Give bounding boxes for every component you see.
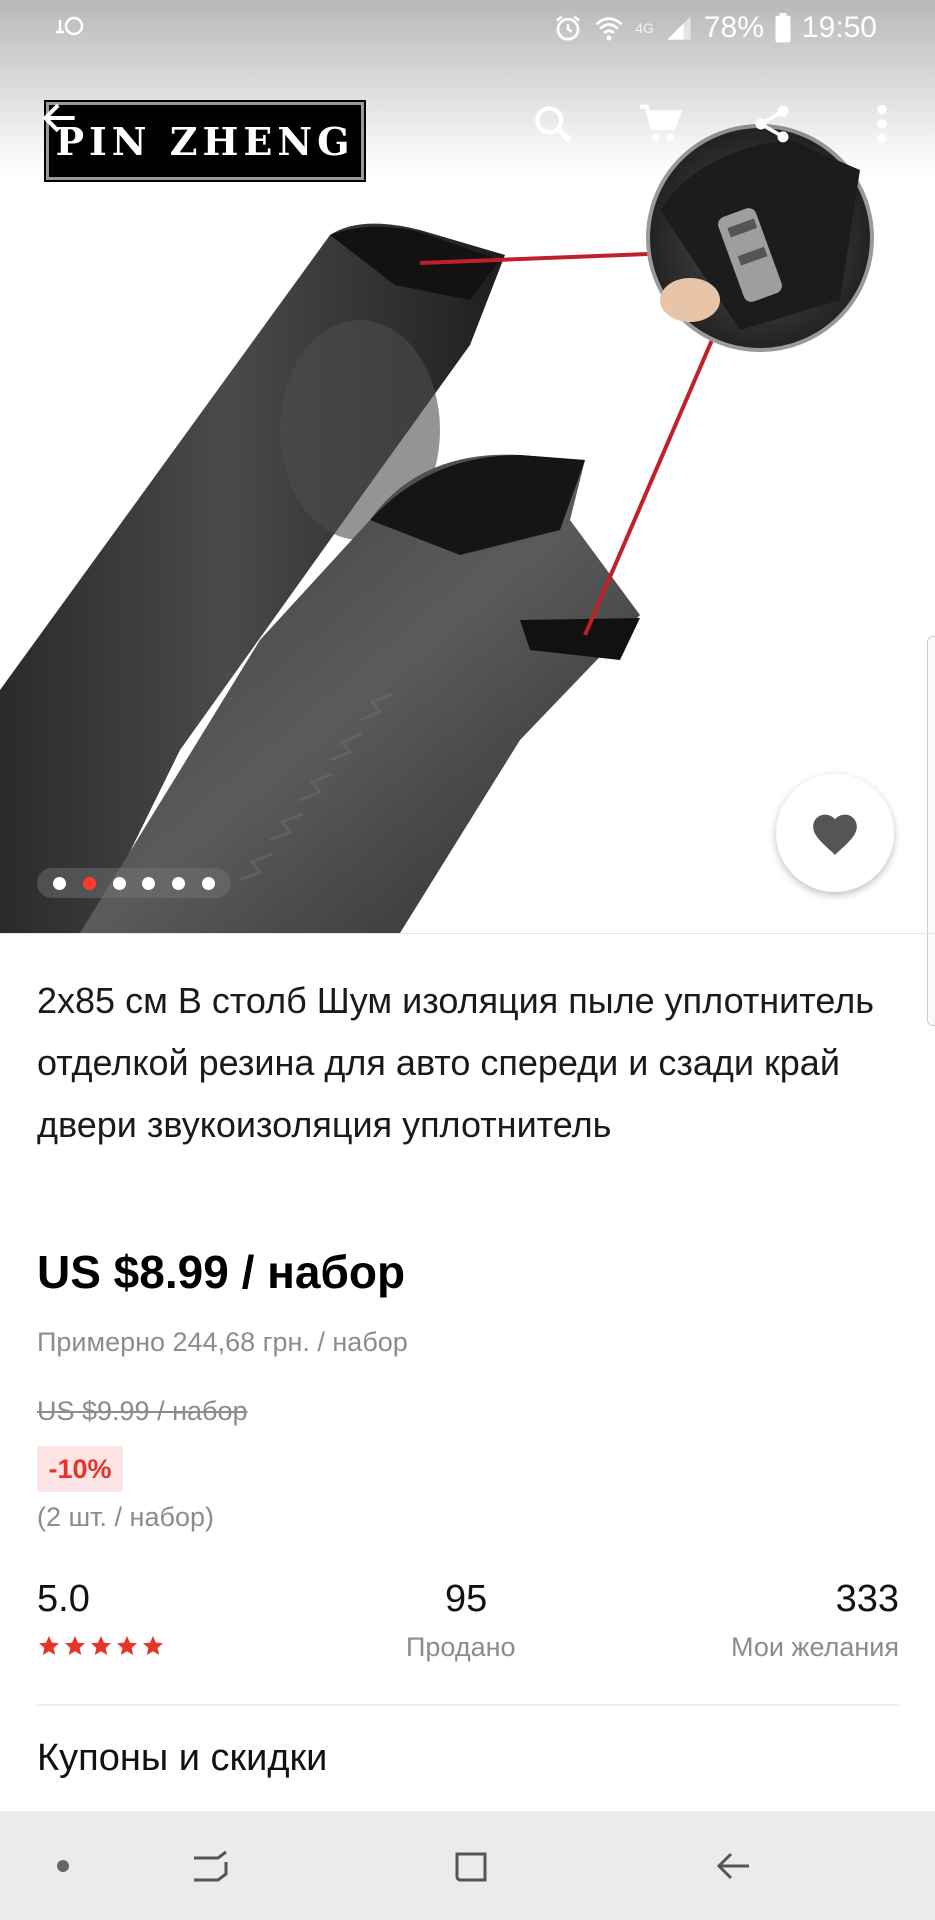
share-icon (755, 105, 789, 143)
gallery-dot (171, 876, 185, 890)
add-to-wishlist-button[interactable] (776, 774, 894, 892)
status-bar: 4G 78% 19:50 (0, 0, 935, 56)
wifi-icon (595, 17, 623, 41)
back-arrow-icon (42, 103, 75, 133)
dot-icon (57, 1860, 69, 1872)
rating-stars[interactable] (37, 1634, 165, 1658)
more-options-button[interactable] (854, 96, 910, 152)
home-icon (455, 1852, 487, 1882)
divider (37, 1704, 899, 1706)
star-icon (65, 1636, 85, 1655)
pack-info: (2 шт. / набор) (37, 1502, 214, 1532)
back-nav-icon (716, 1852, 749, 1880)
back-nav-button[interactable] (710, 1843, 756, 1889)
recent-apps-button[interactable] (187, 1843, 233, 1889)
star-icon (117, 1636, 137, 1655)
recent-apps-icon (194, 1850, 228, 1882)
store-logo-text: PIN ZHENG (55, 118, 355, 164)
product-price: US $8.99 / набор (37, 1246, 406, 1298)
clock: 19:50 (801, 11, 877, 44)
gallery-dot (142, 876, 156, 890)
rating-value: 5.0 (37, 1578, 90, 1620)
discount-badge: -10% (37, 1446, 123, 1492)
star-icon (143, 1636, 163, 1655)
share-button[interactable] (744, 96, 800, 152)
star-icon (39, 1636, 59, 1655)
product-stats: 5.0 95 Продано 333 Мои желания (37, 1578, 899, 1668)
alarm-icon (556, 15, 581, 41)
top-toolbar: PIN ZHENG (0, 56, 935, 182)
gallery-dot-active (82, 876, 96, 890)
cart-button[interactable] (633, 96, 689, 152)
search-button[interactable] (525, 96, 581, 152)
sold-label: Продано (406, 1632, 516, 1662)
gallery-dot (201, 876, 215, 890)
divider (0, 933, 935, 934)
old-price: US $9.99 / набор (37, 1396, 248, 1426)
signal-icon (667, 16, 691, 40)
wishlist-count: 333 (835, 1578, 899, 1620)
more-vertical-icon (877, 104, 887, 144)
notification-icon (56, 16, 84, 36)
system-nav-bar (0, 1811, 935, 1920)
star-icon (91, 1636, 111, 1655)
store-logo[interactable]: PIN ZHENG (44, 100, 366, 182)
battery-percent: 78% (703, 11, 764, 44)
search-icon (535, 106, 572, 143)
gallery-indicator (37, 868, 231, 898)
nav-dot-button[interactable] (40, 1843, 86, 1889)
gallery-dot (53, 876, 67, 890)
back-button[interactable] (38, 96, 88, 146)
side-scroll-tab[interactable] (927, 636, 935, 1026)
wishlist-label: Мои желания (731, 1632, 899, 1662)
home-button[interactable] (448, 1843, 494, 1889)
sold-count: 95 (445, 1578, 488, 1620)
gallery-dot (112, 876, 126, 890)
cart-icon (639, 104, 683, 142)
heart-icon (813, 814, 857, 855)
network-type: 4G (635, 20, 654, 36)
battery-icon (775, 13, 791, 43)
coupons-section-title[interactable]: Купоны и скидки (37, 1737, 327, 1780)
approx-price: Примерно 244,68 грн. / набор (37, 1327, 408, 1357)
product-title: 2x85 см В столб Шум изоляция пыле уплотн… (37, 980, 874, 1145)
